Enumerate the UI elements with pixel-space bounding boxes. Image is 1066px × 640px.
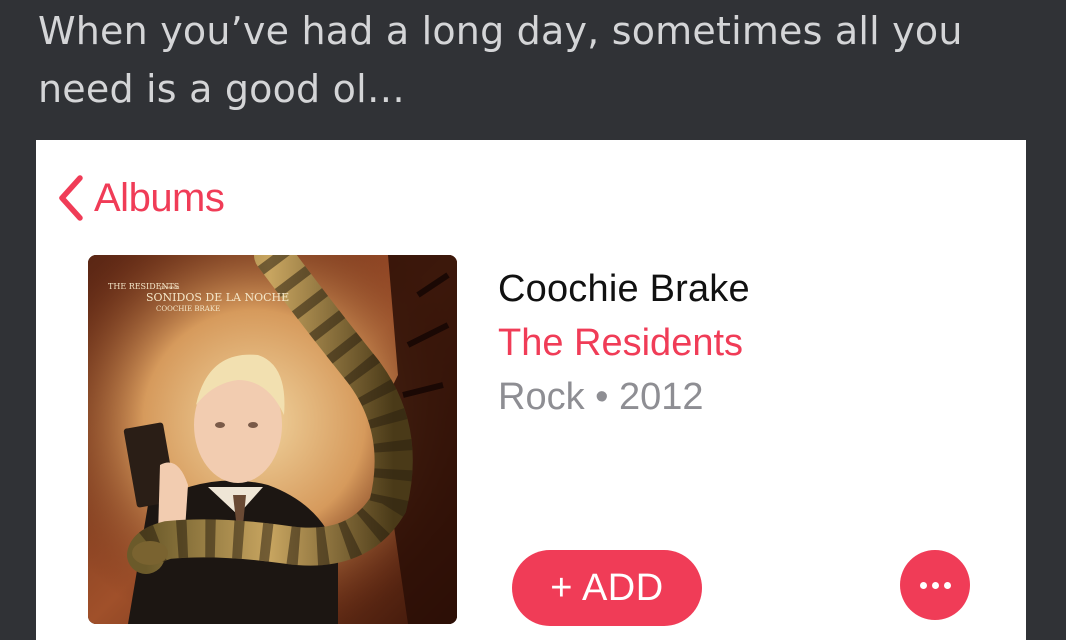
add-button[interactable]: + ADD bbox=[512, 550, 702, 626]
post-caption: When you’ve had a long day, sometimes al… bbox=[38, 9, 963, 111]
more-button[interactable] bbox=[900, 550, 970, 620]
more-horizontal-icon bbox=[917, 581, 953, 589]
genre-year: Rock • 2012 bbox=[498, 376, 704, 418]
album-info: Coochie Brake The Residents Rock • 2012 bbox=[498, 262, 750, 424]
album-title: Coochie Brake bbox=[498, 268, 750, 310]
cover-series-text: SONIDOS DE LA NOCHE bbox=[146, 291, 289, 304]
screenshot: When you’ve had a long day, sometimes al… bbox=[0, 0, 1066, 640]
album-artwork[interactable]: THE RESIDENTS present SONIDOS DE LA NOCH… bbox=[88, 255, 457, 624]
back-label: Albums bbox=[94, 175, 225, 220]
album-card: Albums THE RESIDENTS present SONIDOS DE … bbox=[36, 140, 1026, 640]
chevron-left-icon bbox=[56, 174, 84, 222]
artist-link[interactable]: The Residents bbox=[498, 316, 750, 370]
back-button[interactable]: Albums bbox=[56, 174, 225, 222]
cover-track-text: COOCHIE BRAKE bbox=[156, 305, 220, 313]
